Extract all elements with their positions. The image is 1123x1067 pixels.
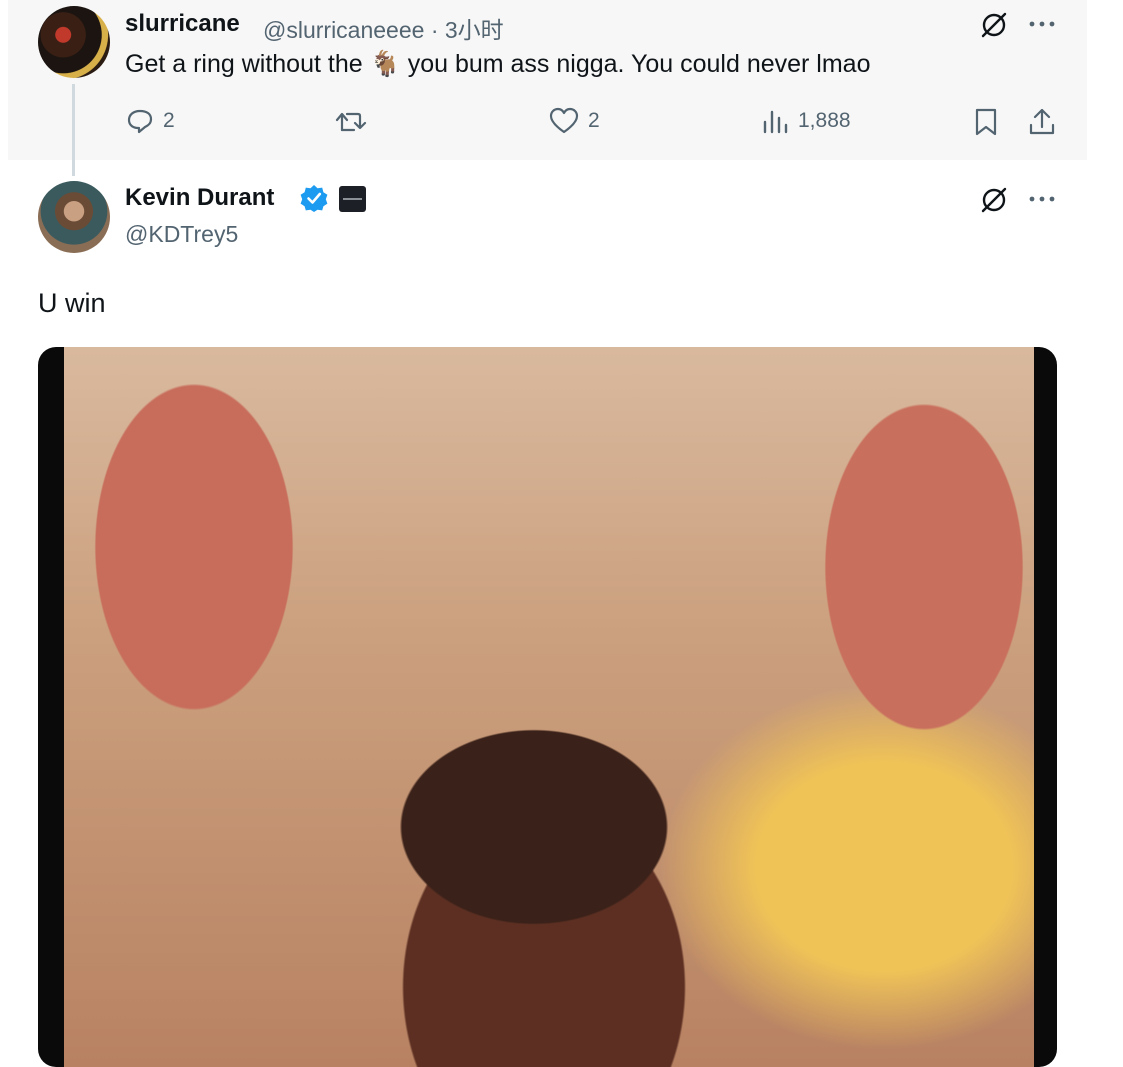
bookmark-icon[interactable] xyxy=(970,106,1002,138)
reply-text-before: Get a ring without the xyxy=(125,50,363,78)
main-avatar[interactable] xyxy=(38,181,110,253)
main-tweet-text: U win xyxy=(38,288,106,318)
page-margin xyxy=(1087,0,1123,1057)
reply-action[interactable]: 2 xyxy=(125,106,175,136)
views-icon xyxy=(763,110,788,134)
reply-text: Get a ring without the 🐐 you bum ass nig… xyxy=(125,50,871,79)
reply-avatar[interactable] xyxy=(38,6,110,78)
reply-author-handle[interactable]: @slurricaneeee · 3小时 xyxy=(263,11,504,45)
main-author-name[interactable]: Kevin Durant xyxy=(125,184,274,212)
repost-action[interactable] xyxy=(334,106,376,136)
reply-handle-text[interactable]: @slurricaneeee xyxy=(263,17,424,43)
dot-separator: · xyxy=(430,17,439,43)
grok-icon[interactable] xyxy=(976,182,1012,218)
like-count: 2 xyxy=(588,109,600,132)
thread-connector xyxy=(72,84,75,176)
reply-author-name[interactable]: slurricane xyxy=(125,10,240,38)
main-author-handle[interactable]: @KDTrey5 xyxy=(125,221,238,248)
views-action[interactable]: 1,888 xyxy=(762,106,851,136)
like-icon xyxy=(549,107,579,134)
verified-badge-icon xyxy=(300,185,328,212)
reply-count: 2 xyxy=(163,109,175,132)
more-icon[interactable] xyxy=(1025,10,1059,38)
view-count: 1,888 xyxy=(798,109,851,132)
affiliate-badge-icon[interactable] xyxy=(339,186,366,212)
grok-icon[interactable] xyxy=(976,7,1012,43)
reply-text-after: you bum ass nigga. You could never lmao xyxy=(407,50,871,78)
tweet-media[interactable] xyxy=(38,347,1057,1067)
gif-frame xyxy=(64,347,1034,1067)
share-icon[interactable] xyxy=(1026,106,1058,138)
more-icon[interactable] xyxy=(1025,185,1059,213)
repost-icon xyxy=(335,112,367,132)
reply-icon xyxy=(127,109,153,134)
goat-emoji: 🐐 xyxy=(369,50,401,78)
reply-timestamp[interactable]: 3小时 xyxy=(445,17,504,43)
like-action[interactable]: 2 xyxy=(548,106,600,136)
